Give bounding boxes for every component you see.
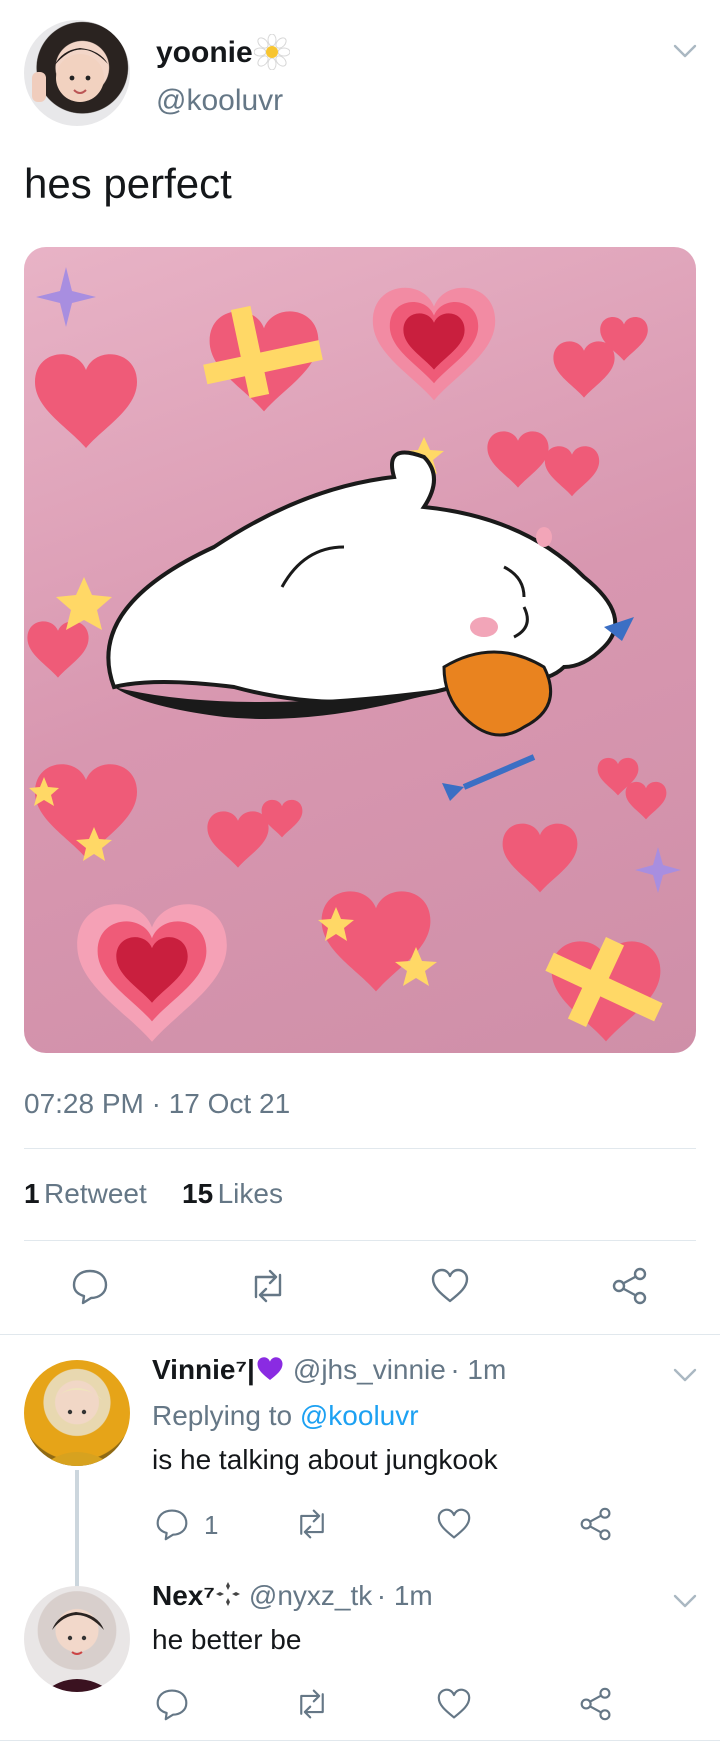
tweet-text: hes perfect xyxy=(24,160,232,207)
share-icon[interactable] xyxy=(576,1504,616,1544)
reply-time[interactable]: · 1m xyxy=(450,1354,506,1385)
share-icon[interactable] xyxy=(576,1684,616,1724)
reply-text: he better be xyxy=(152,1624,302,1655)
author-name[interactable]: yoonie xyxy=(156,36,253,70)
author-handle[interactable]: @kooluvr xyxy=(156,84,283,118)
retweet-stat[interactable]: 1 Retweet xyxy=(24,1178,147,1210)
replying-prefix: Replying to xyxy=(152,1400,293,1431)
retweet-icon[interactable] xyxy=(292,1684,332,1724)
tweet-timestamp[interactable]: 07:28 PM · 17 Oct 21 xyxy=(24,1088,290,1120)
divider xyxy=(24,1148,696,1149)
reply-author-handle[interactable]: @nyxz_tk xyxy=(249,1580,372,1611)
likes-stat[interactable]: 15 Likes xyxy=(182,1178,283,1210)
retweet-icon[interactable] xyxy=(246,1264,290,1308)
divider xyxy=(0,1334,720,1335)
share-icon[interactable] xyxy=(608,1264,652,1308)
flower-emoji-icon xyxy=(253,33,291,71)
tweet-image[interactable] xyxy=(24,247,696,1053)
reply-time[interactable]: · 1m xyxy=(377,1580,433,1611)
divider xyxy=(24,1240,696,1241)
reply-header: Vinnie⁷| @jhs_vinnie · 1m xyxy=(152,1354,506,1388)
reply-author-handle[interactable]: @jhs_vinnie xyxy=(293,1354,446,1385)
divider xyxy=(0,1740,720,1741)
like-icon[interactable] xyxy=(434,1504,474,1544)
reply-avatar[interactable] xyxy=(24,1360,130,1466)
reply-avatar[interactable] xyxy=(24,1586,130,1692)
like-icon[interactable] xyxy=(428,1264,472,1308)
retweet-count: 1 xyxy=(24,1178,40,1209)
author-avatar[interactable] xyxy=(24,20,130,126)
like-icon[interactable] xyxy=(434,1684,474,1724)
replying-to: Replying to @kooluvr xyxy=(152,1400,419,1432)
reply-count: 1 xyxy=(204,1510,219,1540)
like-label: Likes xyxy=(217,1178,283,1209)
sparkle-cluster-icon xyxy=(215,1581,241,1612)
like-count: 15 xyxy=(182,1178,214,1209)
reply-author-name[interactable]: Nex⁷ xyxy=(152,1580,215,1611)
reply-icon[interactable] xyxy=(152,1504,192,1544)
reply-header: Nex⁷ @nyxz_tk · 1m xyxy=(152,1580,433,1612)
replying-to-link[interactable]: @kooluvr xyxy=(300,1400,419,1431)
reply-icon[interactable] xyxy=(68,1264,112,1308)
chevron-down-icon[interactable] xyxy=(668,36,702,66)
chevron-down-icon[interactable] xyxy=(668,1360,702,1390)
purple-heart-icon xyxy=(255,1355,285,1388)
reply-icon[interactable] xyxy=(152,1684,192,1724)
reply-author-name[interactable]: Vinnie⁷| xyxy=(152,1354,255,1385)
chevron-down-icon[interactable] xyxy=(668,1586,702,1616)
thread-connector xyxy=(75,1470,79,1588)
retweet-label: Retweet xyxy=(44,1178,147,1209)
reply-text: is he talking about jungkook xyxy=(152,1444,498,1475)
retweet-icon[interactable] xyxy=(292,1504,332,1544)
